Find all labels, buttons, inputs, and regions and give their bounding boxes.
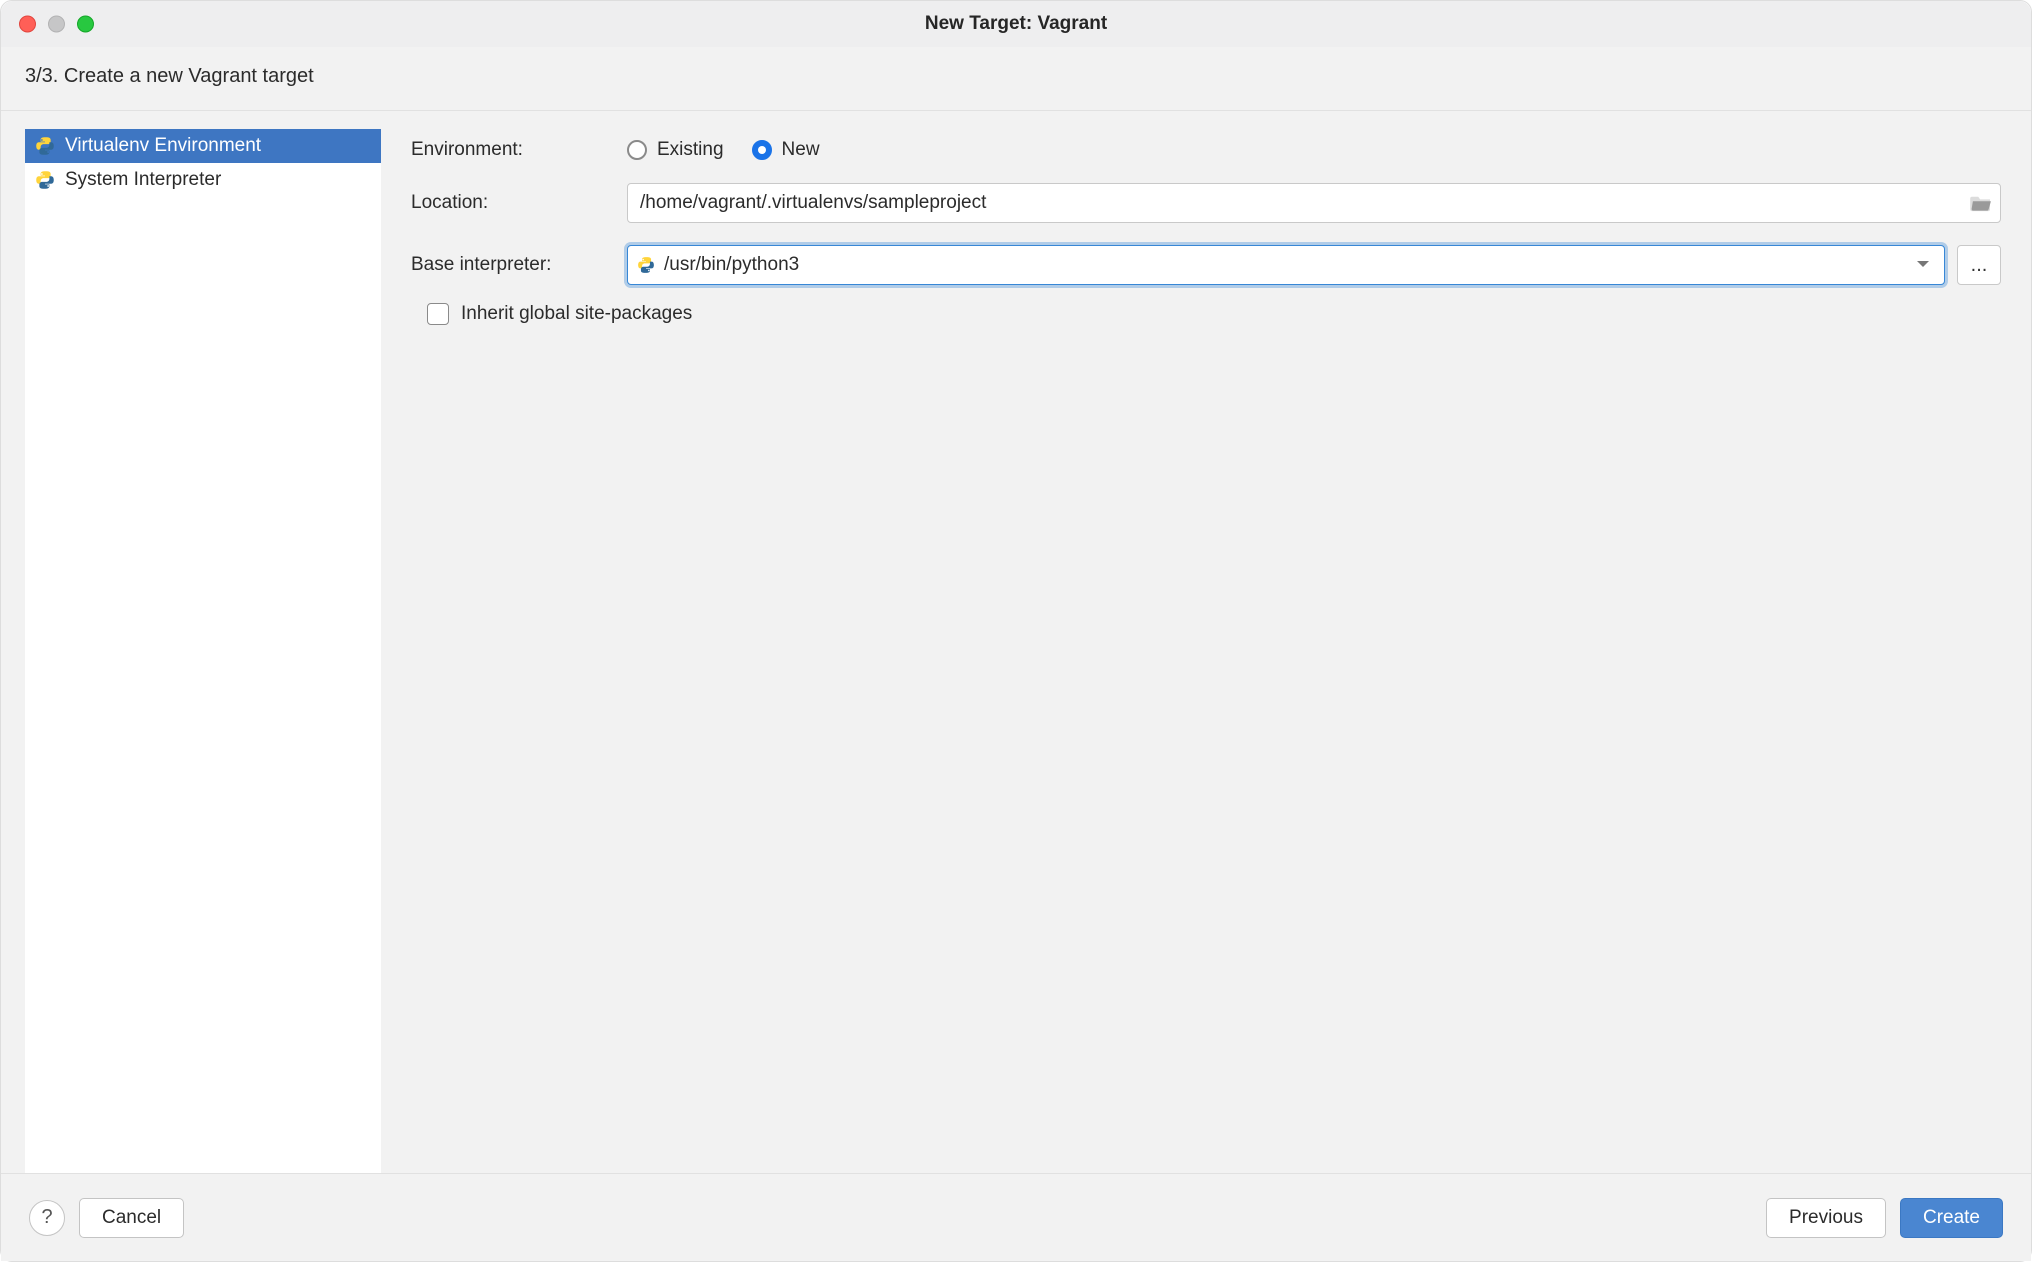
python-icon [35,136,55,156]
python-icon [636,255,656,275]
sidebar-item-system-interpreter[interactable]: System Interpreter [25,163,381,197]
chevron-down-icon [1910,260,1936,270]
step-header: 3/3. Create a new Vagrant target [1,47,2031,111]
environment-row: Environment: Existing New [411,139,2001,161]
location-field-wrap [627,183,2001,223]
location-input[interactable] [628,192,1970,214]
environment-radio-group: Existing New [627,139,820,161]
base-interpreter-combo[interactable]: /usr/bin/python3 [627,245,1945,285]
window-controls [19,16,94,33]
base-interpreter-wrap: /usr/bin/python3 ... [627,245,2001,285]
sidebar-item-label: System Interpreter [65,169,221,191]
location-row: Location: [411,183,2001,223]
radio-circle-icon [627,140,647,160]
location-label: Location: [411,192,611,214]
cancel-button[interactable]: Cancel [79,1198,184,1238]
radio-label: New [782,139,820,161]
inherit-checkbox-row[interactable]: Inherit global site-packages [427,303,692,325]
base-interpreter-label: Base interpreter: [411,254,611,276]
sidebar-item-label: Virtualenv Environment [65,135,261,157]
radio-existing[interactable]: Existing [627,139,724,161]
window-maximize-button[interactable] [77,16,94,33]
python-icon [35,170,55,190]
radio-label: Existing [657,139,724,161]
inherit-row: Inherit global site-packages [411,303,2001,325]
footer: ? Cancel Previous Create [1,1173,2031,1261]
sidebar-item-virtualenv-environment[interactable]: Virtualenv Environment [25,129,381,163]
help-button[interactable]: ? [29,1200,65,1236]
content: Virtualenv Environment System Interprete… [1,111,2031,1173]
previous-button[interactable]: Previous [1766,1198,1886,1238]
browse-folder-icon[interactable] [1970,194,2000,212]
base-interpreter-row: Base interpreter: /usr/bin/python3 ... [411,245,2001,285]
window-title: New Target: Vagrant [1,13,2031,35]
create-button[interactable]: Create [1900,1198,2003,1238]
titlebar: New Target: Vagrant [1,1,2031,47]
environment-label: Environment: [411,139,611,161]
sidebar: Virtualenv Environment System Interprete… [25,129,381,1173]
inherit-checkbox-label: Inherit global site-packages [461,303,692,325]
radio-circle-icon [752,140,772,160]
form: Environment: Existing New Location: [381,111,2031,1173]
window-close-button[interactable] [19,16,36,33]
inherit-checkbox[interactable] [427,303,449,325]
base-interpreter-browse-button[interactable]: ... [1957,245,2001,285]
base-interpreter-value: /usr/bin/python3 [664,254,1910,276]
window-minimize-button[interactable] [48,16,65,33]
radio-new[interactable]: New [752,139,820,161]
